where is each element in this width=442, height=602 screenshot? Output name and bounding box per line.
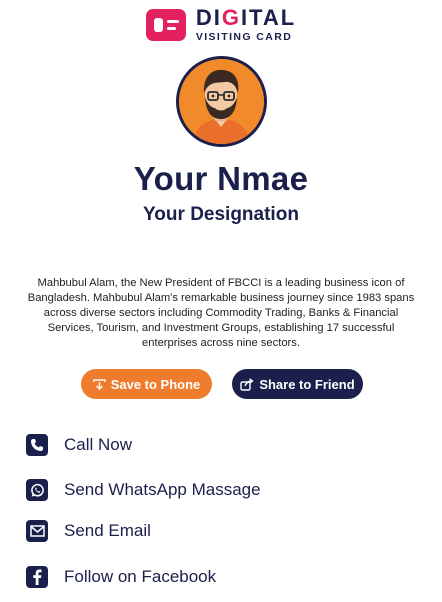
follow-facebook-link[interactable]: Follow on Facebook (26, 565, 216, 589)
download-icon (93, 378, 106, 391)
facebook-icon (26, 566, 48, 588)
send-whatsapp-label: Send WhatsApp Massage (64, 480, 261, 499)
profile-name: Your Nmae (133, 160, 309, 197)
send-email-link[interactable]: Send Email (26, 519, 151, 543)
save-to-phone-label: Save to Phone (110, 376, 201, 392)
brand-title: DIGITAL (195, 5, 297, 31)
brand-subtitle: VISITING CARD (195, 31, 293, 44)
share-to-friend-button[interactable]: Share to Friend (232, 369, 363, 399)
profile-designation: Your Designation (143, 204, 299, 225)
call-now-label: Call Now (64, 435, 133, 454)
app-header: DIGITAL VISITING CARD (0, 0, 442, 50)
email-icon (26, 520, 48, 542)
send-whatsapp-link[interactable]: Send WhatsApp Massage (26, 478, 261, 502)
whatsapp-icon (26, 479, 48, 501)
phone-icon (26, 434, 48, 456)
profile-bio: Mahbubul Alam, the New President of FBCC… (27, 277, 415, 349)
send-email-label: Send Email (64, 521, 151, 540)
call-now-link[interactable]: Call Now (26, 433, 132, 457)
share-icon (240, 377, 254, 391)
avatar (176, 56, 267, 147)
save-to-phone-button[interactable]: Save to Phone (81, 369, 212, 399)
brand-logo: DIGITAL VISITING CARD (196, 7, 296, 43)
bearded-man-avatar-icon (179, 59, 264, 144)
share-to-friend-label: Share to Friend (259, 376, 355, 392)
id-card-icon (145, 9, 186, 41)
follow-facebook-label: Follow on Facebook (64, 567, 217, 586)
